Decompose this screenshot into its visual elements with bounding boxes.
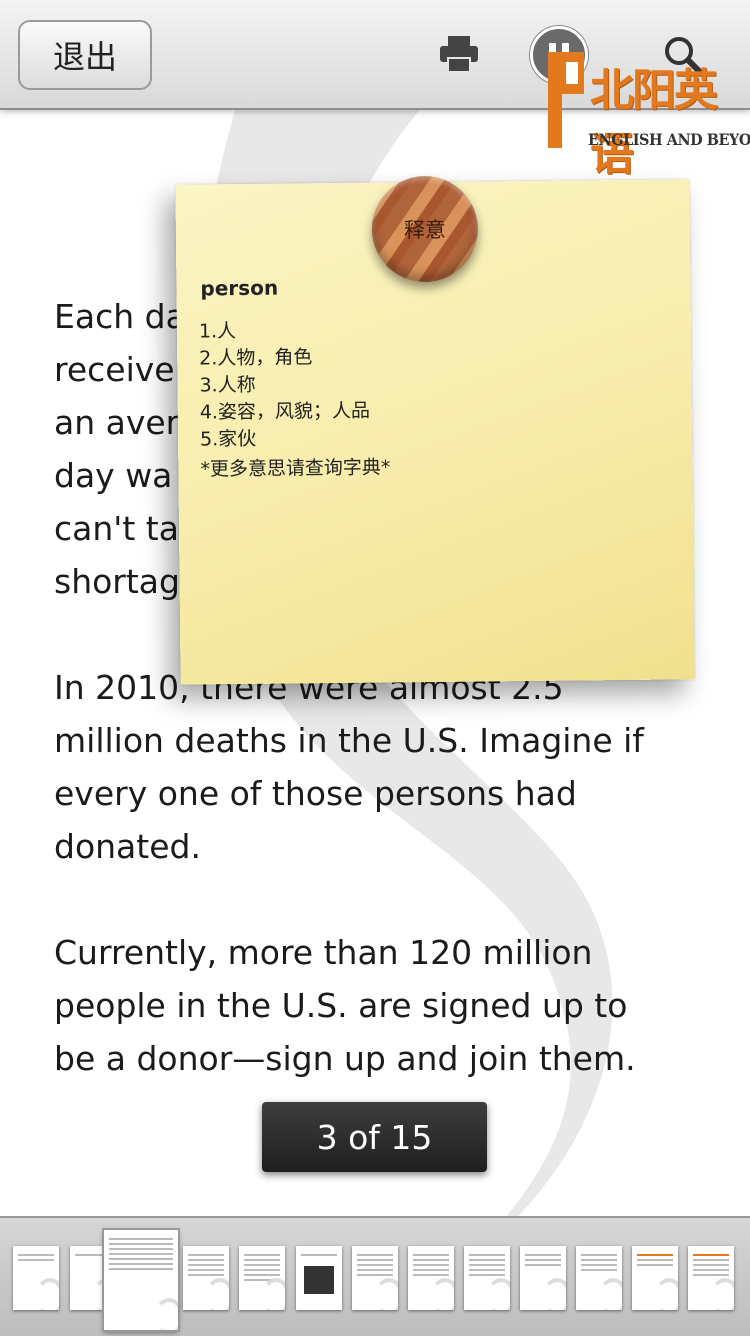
- page-thumbnail-3[interactable]: [104, 1230, 178, 1330]
- page-thumbnail-8[interactable]: [408, 1246, 454, 1310]
- dictionary-note[interactable]: 释意 person 1.人 2.人物，角色 3.人称 4.姿容，风貌；人品 5.…: [175, 175, 695, 685]
- page-thumbnail-6[interactable]: [296, 1246, 342, 1310]
- exit-button[interactable]: 退出: [18, 20, 152, 90]
- page-thumbnail-11[interactable]: [576, 1246, 622, 1310]
- paragraph-2: In 2010, there were almost 2.5 million d…: [54, 668, 644, 866]
- note-word: person: [200, 275, 279, 301]
- page-thumbnail-9[interactable]: [464, 1246, 510, 1310]
- definition-item: 3.人称: [199, 373, 256, 397]
- definition-item: 1.人: [198, 320, 237, 343]
- page-thumbnail-5[interactable]: [239, 1246, 285, 1310]
- print-icon[interactable]: [438, 34, 480, 78]
- page-counter: 3 of 15: [262, 1102, 487, 1172]
- note-more-text: *更多意思请查询字典*: [200, 456, 391, 481]
- definition-item: 5.家伙: [199, 427, 257, 451]
- page-thumbnail-10[interactable]: [520, 1246, 566, 1310]
- definition-item: 4.姿容，风貌；人品: [199, 399, 371, 424]
- page-thumbnail-13[interactable]: [688, 1246, 734, 1310]
- paragraph-3: Currently, more than 120 million people …: [54, 933, 636, 1078]
- logo-english-text: ENGLISH AND BEYOND: [588, 130, 750, 149]
- page-thumbnail-7[interactable]: [352, 1246, 398, 1310]
- page-thumbnail-1[interactable]: [13, 1246, 59, 1310]
- brand-logo: 北阳英语 ENGLISH AND BEYOND: [544, 42, 750, 180]
- note-pin-button[interactable]: 释意: [371, 175, 479, 283]
- page-thumbnail-4[interactable]: [183, 1246, 229, 1310]
- definition-list: 1.人 2.人物，角色 3.人称 4.姿容，风貌；人品 5.家伙: [199, 317, 371, 454]
- thumbnail-strip[interactable]: [0, 1216, 750, 1336]
- page-thumbnail-12[interactable]: [632, 1246, 678, 1310]
- logo-chinese-text: 北阳英语: [590, 65, 718, 180]
- definition-item: 2.人物，角色: [199, 346, 313, 370]
